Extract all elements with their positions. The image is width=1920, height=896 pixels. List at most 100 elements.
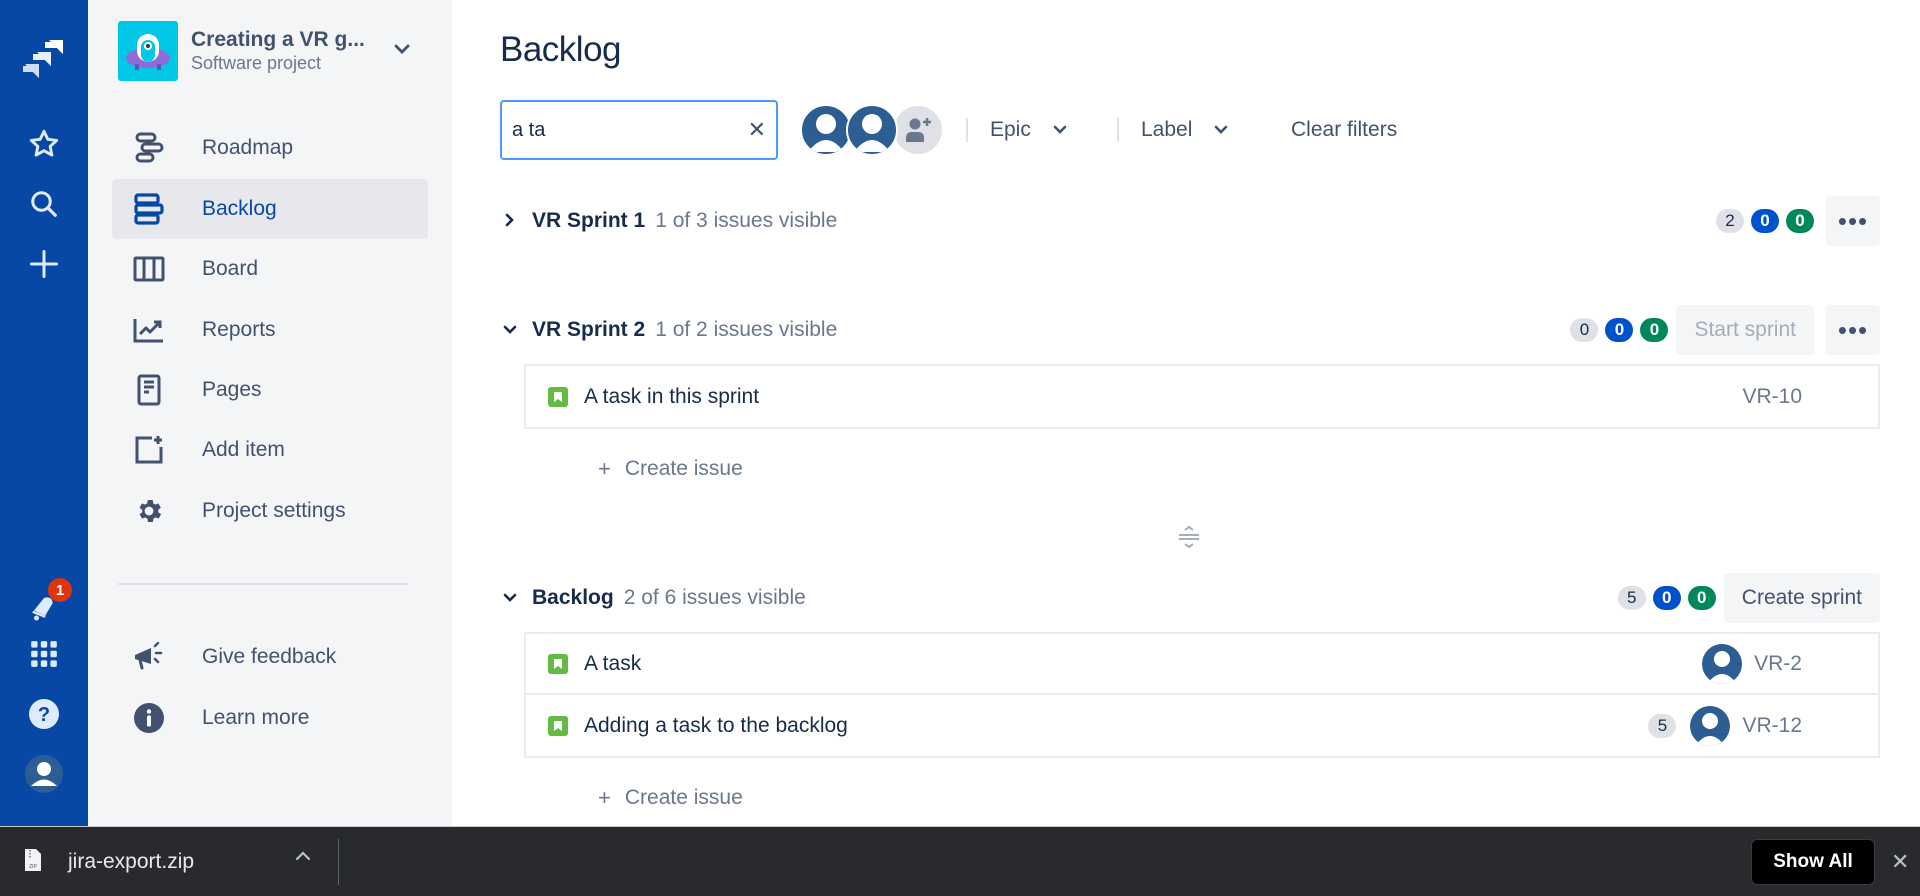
assignee-avatar[interactable] [1690, 705, 1731, 746]
sidebar-item-pages[interactable]: Pages [112, 360, 428, 420]
create-issue-label: Create issue [624, 786, 743, 809]
sidebar-item-roadmap[interactable]: Roadmap [112, 118, 428, 178]
show-all-button[interactable]: Show All [1751, 839, 1875, 885]
project-type: Software project [191, 53, 322, 73]
issue-key[interactable]: VR-12 [1742, 714, 1802, 738]
sprint-visible-count: 1 of 2 issues visible [655, 318, 838, 341]
sprint-2-issue-list: A task in this sprint VR-10 [524, 364, 1880, 429]
in-progress-count-badge: 0 [1751, 209, 1779, 233]
sidebar-item-backlog[interactable]: Backlog [112, 179, 428, 239]
chevron-down-icon [500, 590, 520, 606]
done-count-badge: 0 [1640, 318, 1669, 342]
issue-row[interactable]: A task in this sprint VR-10 [526, 366, 1878, 427]
info-icon [132, 701, 166, 735]
issue-row[interactable]: Adding a task to the backlog 5 VR-12 [526, 695, 1878, 756]
create-sprint-button[interactable]: Create sprint [1723, 573, 1880, 623]
create-issue-button[interactable]: + Create issue [598, 778, 743, 818]
chevron-down-icon [1214, 122, 1228, 138]
issue-row[interactable]: A task VR-2 [526, 634, 1878, 695]
backlog-visible-count: 2 of 6 issues visible [623, 586, 806, 609]
pages-icon [132, 373, 166, 407]
issue-key[interactable]: VR-10 [1742, 385, 1802, 409]
gear-icon [132, 494, 166, 528]
profile-avatar-icon[interactable] [0, 753, 88, 795]
roadmap-icon [132, 131, 166, 165]
sprint-1-actions: 2 0 0 ••• [1709, 196, 1880, 246]
notification-icon[interactable]: 1 [0, 578, 88, 628]
issue-key[interactable]: VR-2 [1754, 652, 1802, 676]
task-icon [548, 653, 568, 674]
download-file-name: jira-export.zip [68, 850, 195, 873]
todo-count-badge: 2 [1716, 209, 1744, 233]
backlog-issue-list: A task VR-2 Adding a task to the backlog… [524, 632, 1880, 758]
sidebar-item-project-settings[interactable]: Project settings [112, 481, 428, 541]
project-name: Creating a VR g... [191, 28, 365, 51]
sidebar-item-label: Learn more [202, 706, 310, 729]
sidebar-item-board[interactable]: Board [112, 239, 428, 299]
sidebar-item-label: Give feedback [202, 645, 337, 668]
close-icon[interactable]: ✕ [1891, 849, 1909, 875]
app-switcher-icon[interactable] [0, 634, 88, 674]
more-actions-button[interactable]: ••• [1826, 305, 1880, 355]
board-icon [132, 252, 166, 286]
sidebar-item-label: Project settings [202, 499, 346, 522]
download-item[interactable]: ZIP jira-export.zip [24, 827, 194, 896]
plus-icon: + [598, 456, 611, 481]
svg-text:ZIP: ZIP [29, 864, 37, 870]
sprint-2-header[interactable]: VR Sprint 2 1 of 2 issues visible [500, 310, 837, 350]
sidebar-item-label: Board [202, 257, 259, 280]
label-filter-label: Label [1141, 118, 1193, 141]
start-sprint-button[interactable]: Start sprint [1676, 305, 1814, 355]
download-bar-divider [338, 839, 339, 885]
user-avatar[interactable] [846, 104, 898, 156]
help-icon[interactable]: ? [0, 694, 88, 734]
sidebar-item-reports[interactable]: Reports [112, 300, 428, 360]
project-switcher[interactable]: Creating a VR g... Software project [118, 20, 418, 82]
chevron-down-icon [394, 42, 410, 60]
add-item-icon [132, 433, 166, 467]
done-count-badge: 0 [1786, 209, 1814, 233]
chevron-down-icon [500, 322, 520, 338]
epic-filter[interactable]: Epic [990, 110, 1067, 150]
give-feedback-link[interactable]: Give feedback [112, 627, 428, 687]
sidebar-item-label: Add item [202, 438, 285, 461]
search-icon[interactable] [0, 184, 88, 224]
download-bar: ZIP jira-export.zip Show All ✕ [0, 826, 1920, 896]
assignee-avatar[interactable] [1702, 643, 1743, 684]
svg-text:?: ? [38, 704, 50, 726]
clear-search-icon[interactable]: ✕ [748, 118, 766, 142]
chevron-right-icon [500, 213, 520, 230]
in-progress-count-badge: 0 [1652, 586, 1681, 610]
sprint-2-actions: 0 0 0 Start sprint ••• [1563, 305, 1880, 355]
megaphone-icon [132, 640, 166, 674]
resize-handle-icon[interactable] [1176, 524, 1202, 550]
add-people-icon[interactable] [892, 104, 944, 156]
clear-filters-button[interactable]: Clear filters [1291, 110, 1397, 150]
notification-badge: 1 [48, 578, 72, 602]
create-issue-label: Create issue [624, 457, 743, 480]
plus-icon[interactable] [0, 244, 88, 284]
backlog-header[interactable]: Backlog 2 of 6 issues visible [500, 578, 806, 618]
backlog-actions: 5 0 0 Create sprint [1611, 573, 1880, 623]
more-actions-button[interactable]: ••• [1826, 196, 1880, 246]
label-filter[interactable]: Label [1141, 110, 1228, 150]
todo-count-badge: 0 [1570, 318, 1599, 342]
jira-logo-icon[interactable] [0, 36, 88, 84]
sidebar-item-label: Pages [202, 378, 262, 401]
search-input[interactable] [512, 118, 722, 142]
sprint-1-header[interactable]: VR Sprint 1 1 of 3 issues visible [500, 201, 837, 241]
plus-icon: + [598, 785, 611, 810]
epic-filter-label: Epic [990, 118, 1031, 141]
reports-icon [132, 313, 166, 347]
star-icon[interactable] [0, 124, 88, 164]
user-avatar[interactable] [800, 104, 852, 156]
search-field[interactable]: ✕ [500, 100, 778, 160]
filter-divider [966, 118, 968, 142]
learn-more-link[interactable]: Learn more [112, 688, 428, 748]
project-sidebar: Creating a VR g... Software project Road… [88, 0, 452, 826]
sprint-name: VR Sprint 1 [532, 209, 646, 232]
task-icon [548, 386, 568, 407]
create-issue-button[interactable]: + Create issue [598, 449, 743, 489]
sidebar-item-add-item[interactable]: Add item [112, 420, 428, 480]
chevron-up-icon[interactable] [294, 849, 312, 868]
